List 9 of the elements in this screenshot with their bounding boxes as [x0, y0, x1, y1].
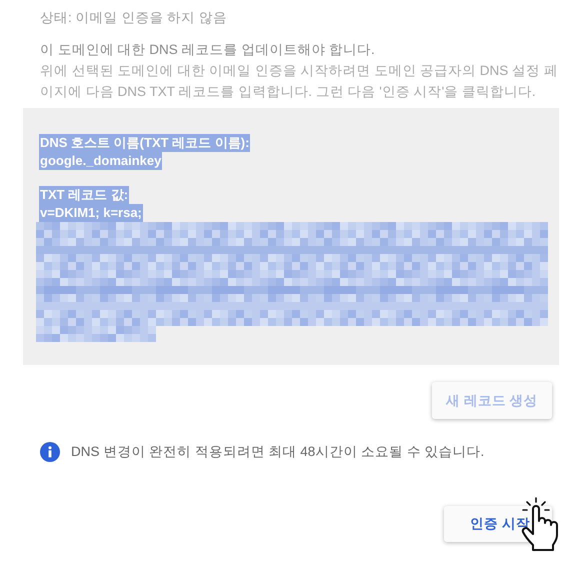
status-text: 상태: 이메일 인증을 하지 않음	[40, 9, 228, 27]
heading-text: 이 도메인에 대한 DNS 레코드를 업데이트해야 합니다.	[40, 41, 376, 59]
txt-label: TXT 레코드 값:	[39, 186, 130, 204]
info-icon	[40, 442, 60, 462]
host-label: DNS 호스트 이름(TXT 레코드 이름):	[39, 134, 250, 152]
instructions-text: 위에 선택된 도메인에 대한 이메일 인증을 시작하려면 도메인 공급자의 DNS 설정 페이지에 다음 DNS TXT 레코드를 입력합니다. 그런 다음 '인증 시작'을 클릭합니다.	[40, 62, 559, 101]
info-note: DNS 변경이 완전히 적용되려면 최대 48시간이 소요될 수 있습니다.	[71, 443, 484, 461]
txt-value: v=DKIM1; k=rsa;	[39, 204, 143, 222]
host-value: google._domainkey	[39, 152, 162, 170]
